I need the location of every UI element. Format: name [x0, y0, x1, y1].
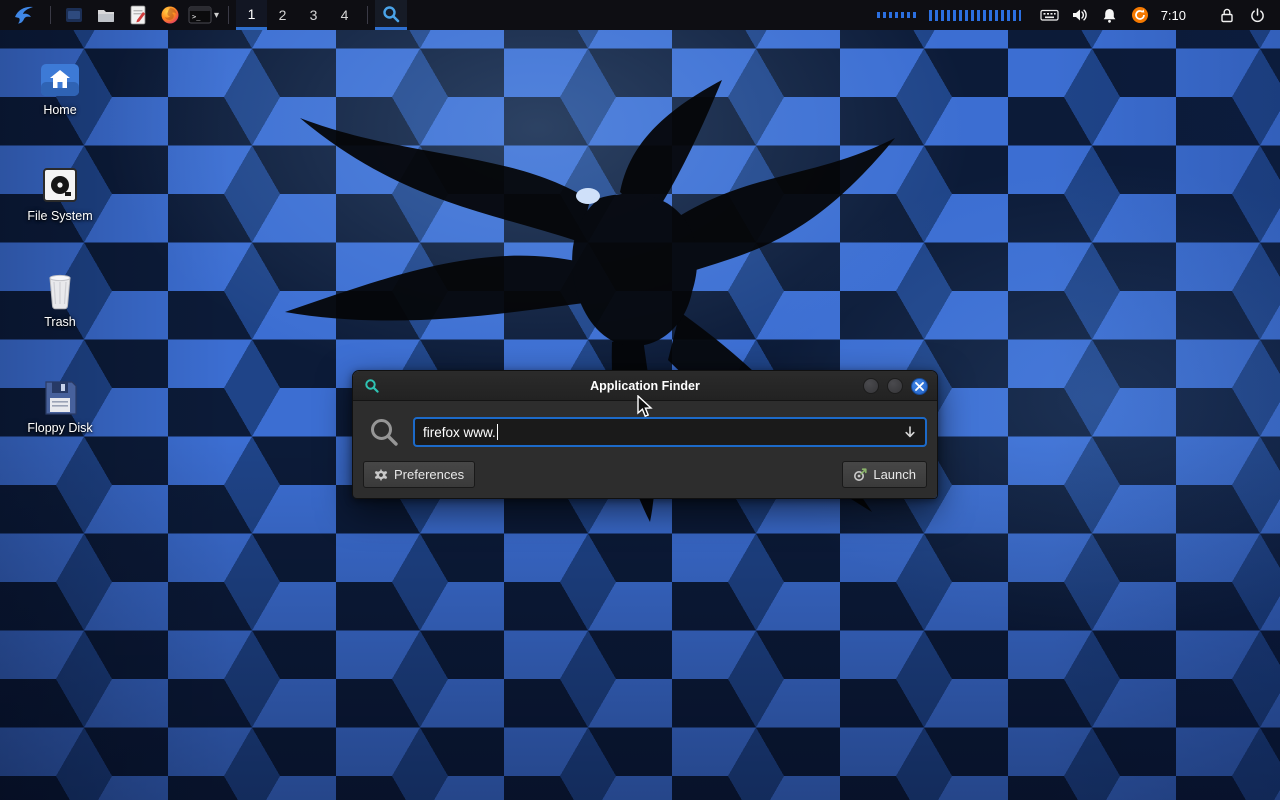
window-title: Application Finder: [353, 379, 937, 393]
workspace-2[interactable]: 2: [267, 0, 298, 30]
power-logout-icon[interactable]: [1245, 0, 1269, 30]
workspace-4[interactable]: 4: [329, 0, 360, 30]
kali-menu-button[interactable]: [8, 0, 40, 30]
launcher-file-manager-icon[interactable]: [93, 0, 119, 30]
visualizer-bars-left: [877, 12, 919, 18]
launch-button[interactable]: Launch: [842, 461, 927, 488]
search-icon: [369, 417, 399, 447]
updates-badge-icon[interactable]: [1128, 0, 1152, 30]
text-caret: [497, 424, 498, 440]
audio-visualizer: [877, 10, 1021, 21]
desktop-icon-label: Home: [12, 103, 108, 117]
desktop: >_ ▾ 1 2 3 4: [0, 0, 1280, 800]
search-input-value: firefox www.: [423, 425, 496, 440]
panel-right: 7:10: [877, 0, 1280, 30]
workspace-switcher: 1 2 3 4: [236, 0, 360, 30]
close-icon: [915, 382, 924, 391]
preferences-button[interactable]: Preferences: [363, 461, 475, 488]
application-finder-window: Application Finder: [352, 370, 938, 499]
notifications-bell-icon[interactable]: [1098, 0, 1122, 30]
panel-separator: [50, 6, 51, 24]
close-button[interactable]: [911, 378, 928, 395]
titlebar[interactable]: Application Finder: [353, 371, 937, 401]
launcher-terminal[interactable]: >_ ▾: [188, 5, 219, 25]
launcher-files-icon[interactable]: [61, 0, 87, 30]
trash-icon: [12, 268, 108, 310]
kali-logo-icon: [12, 3, 36, 27]
desktop-icon-label: File System: [12, 209, 108, 223]
launcher-text-editor-icon[interactable]: [125, 0, 151, 30]
desktop-icon-home[interactable]: Home: [12, 56, 108, 117]
app-finder-title-icon: [364, 378, 380, 399]
lock-screen-icon[interactable]: [1215, 0, 1239, 30]
panel-separator: [228, 6, 229, 24]
app-finder-taskbar-icon: [381, 4, 401, 24]
floppy-disk-icon: [12, 374, 108, 416]
task-application-finder[interactable]: [375, 0, 407, 30]
gear-icon: [374, 468, 388, 482]
maximize-button[interactable]: [887, 378, 903, 394]
desktop-icon-floppy-disk[interactable]: Floppy Disk: [12, 374, 108, 435]
dropdown-arrow-icon[interactable]: [903, 425, 917, 439]
search-input[interactable]: firefox www.: [413, 417, 927, 447]
minimize-button[interactable]: [863, 378, 879, 394]
workspace-1[interactable]: 1: [236, 0, 267, 30]
panel-left: >_ ▾ 1 2 3 4: [0, 0, 407, 30]
workspace-3[interactable]: 3: [298, 0, 329, 30]
visualizer-bars-right: [929, 10, 1021, 21]
launcher-firefox-icon[interactable]: [157, 0, 183, 30]
clock[interactable]: 7:10: [1161, 8, 1186, 23]
home-folder-icon: [12, 56, 108, 98]
preferences-button-label: Preferences: [394, 467, 464, 482]
desktop-icon-label: Trash: [12, 315, 108, 329]
terminal-icon: >_: [188, 5, 212, 25]
keyboard-indicator-icon[interactable]: [1038, 0, 1062, 30]
file-system-drive-icon: [12, 162, 108, 204]
desktop-icon-label: Floppy Disk: [12, 421, 108, 435]
window-buttons: [863, 371, 928, 401]
chevron-down-icon[interactable]: ▾: [214, 10, 219, 21]
desktop-icon-trash[interactable]: Trash: [12, 268, 108, 329]
dialog-body: firefox www. Preferences: [353, 401, 937, 498]
top-panel: >_ ▾ 1 2 3 4: [0, 0, 1280, 30]
panel-separator: [367, 6, 368, 24]
launch-button-label: Launch: [873, 467, 916, 482]
desktop-icon-file-system[interactable]: File System: [12, 162, 108, 223]
launch-icon: [853, 468, 867, 482]
volume-icon[interactable]: [1068, 0, 1092, 30]
svg-text:>_: >_: [192, 13, 201, 21]
